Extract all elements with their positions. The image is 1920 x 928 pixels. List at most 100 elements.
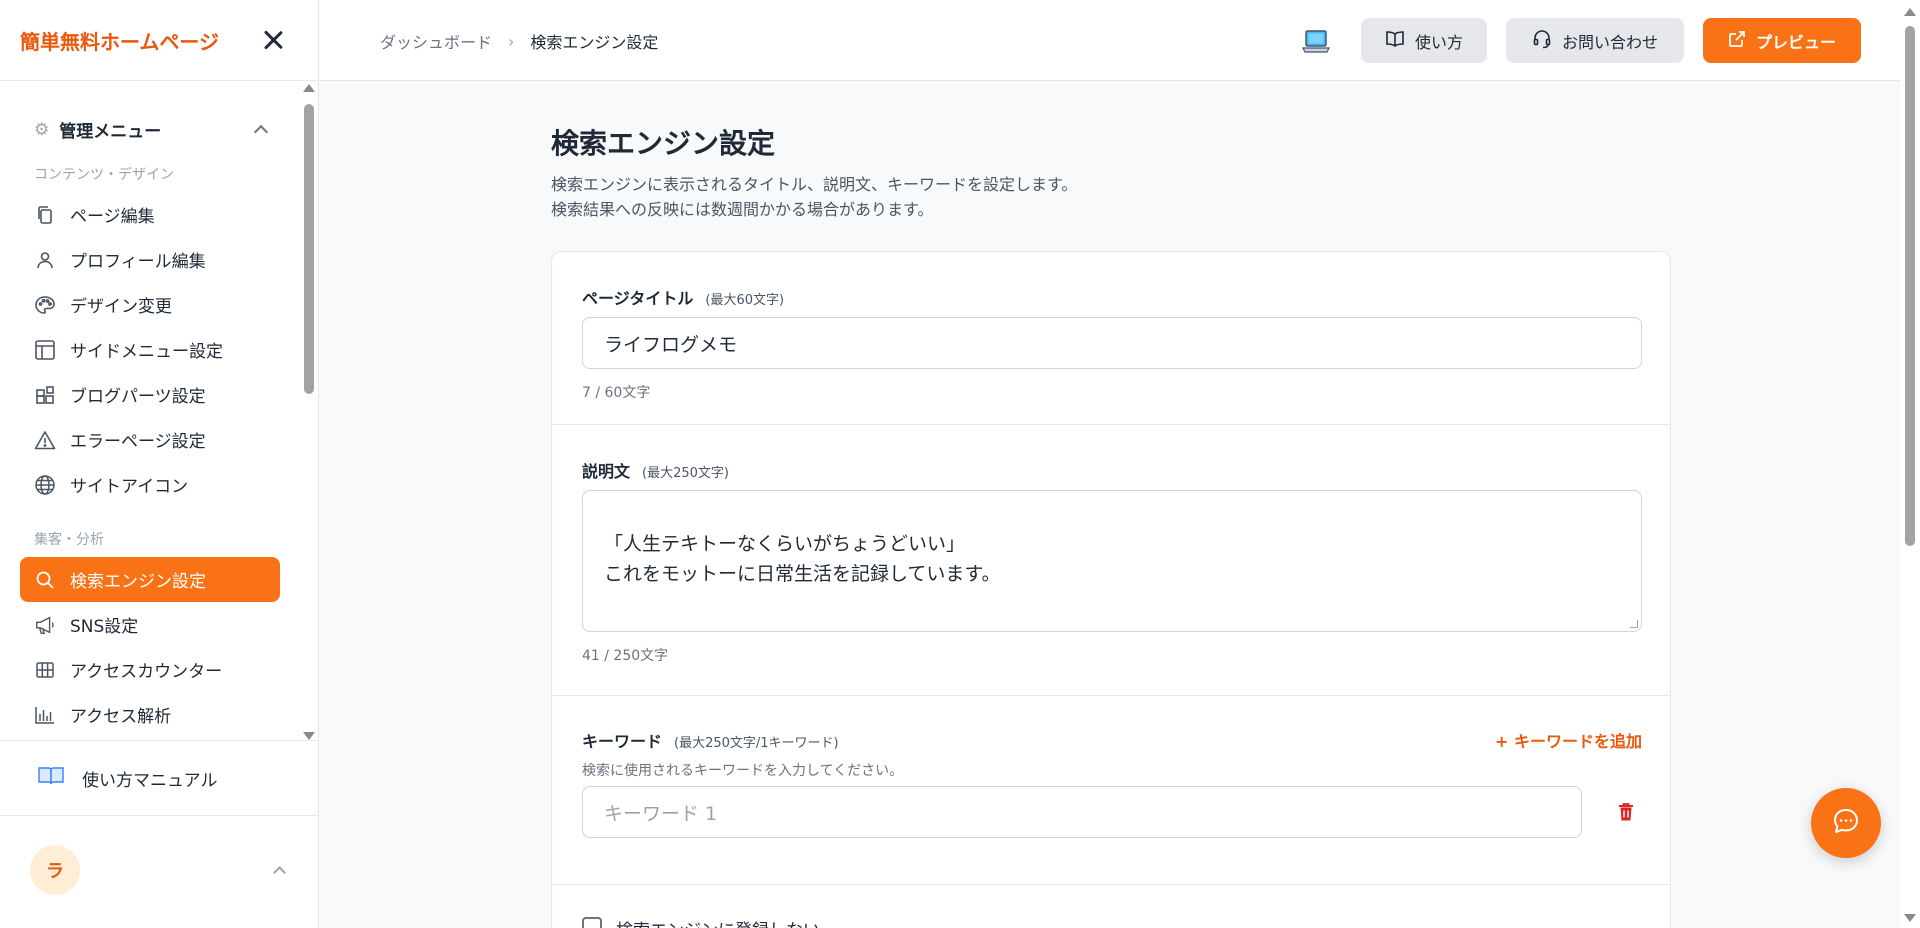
scroll-up-arrow-icon[interactable] [303, 84, 315, 92]
sidebar-item-design[interactable]: デザイン変更 [20, 282, 280, 327]
avatar[interactable]: ラ [30, 845, 80, 895]
sidebar-item-label: プロフィール編集 [70, 252, 206, 272]
description-counter: 41 / 250文字 [582, 648, 669, 664]
sidebar-item-side-menu[interactable]: サイドメニュー設定 [20, 327, 280, 372]
page-title-label-text: ページタイトル [582, 289, 694, 308]
warning-icon [34, 429, 56, 451]
keyword-label: キーワード (最大250文字/1キーワード) [582, 728, 1642, 752]
sidebar-item-page-edit[interactable]: ページ編集 [20, 192, 280, 237]
sidebar-item-label: アクセス解析 [70, 707, 172, 727]
user-menu[interactable]: ラ [30, 845, 290, 895]
sidebar-item-label: ページ編集 [70, 207, 155, 227]
sidebar-item-sns[interactable]: SNS設定 [20, 602, 280, 647]
resize-handle-icon[interactable] [1630, 620, 1638, 628]
manual-label: 使い方マニュアル [82, 770, 218, 791]
layout-icon [34, 339, 56, 361]
description-label-text: 説明文 [582, 462, 631, 481]
headset-icon [1532, 29, 1552, 53]
scroll-down-arrow-icon[interactable] [1904, 914, 1916, 922]
page-scrollbar[interactable] [1900, 0, 1920, 928]
chevron-up-icon[interactable] [273, 866, 286, 879]
description-line: 検索エンジンに表示されるタイトル、説明文、キーワードを設定します。 [551, 175, 1078, 194]
keyword-label-text: キーワード [582, 732, 663, 751]
megaphone-icon [34, 614, 56, 636]
sidebar-nav: ⚙ 管理メニュー コンテンツ・デザイン ページ編集 プロフィール編集 デザイン変… [0, 81, 300, 741]
palette-icon [34, 294, 56, 316]
preview-button-label: プレビュー [1755, 32, 1836, 52]
keyword-input[interactable]: キーワード 1 [582, 786, 1582, 838]
sidebar-item-label: ブログパーツ設定 [70, 387, 206, 407]
contact-button[interactable]: お問い合わせ [1506, 18, 1684, 63]
scroll-up-arrow-icon[interactable] [1904, 8, 1916, 16]
admin-menu-title: 管理メニュー [59, 122, 162, 142]
chevron-up-icon [253, 124, 269, 140]
page-title-limit: (最大60文字) [705, 293, 785, 308]
scrollbar-thumb[interactable] [304, 104, 314, 394]
book-icon [38, 765, 64, 791]
no-index-checkbox[interactable] [582, 917, 602, 928]
breadcrumb-current: 検索エンジン設定 [530, 33, 659, 52]
divider [552, 695, 1670, 696]
contact-button-label: お問い合わせ [1561, 32, 1658, 52]
section-label-content: コンテンツ・デザイン [34, 167, 174, 183]
sidebar-item-profile[interactable]: プロフィール編集 [20, 237, 280, 282]
sidebar-item-analytics[interactable]: アクセス解析 [20, 692, 280, 737]
brand-logo[interactable]: 簡単無料ホームページ [20, 26, 219, 55]
sidebar-item-label: 検索エンジン設定 [70, 572, 206, 592]
preview-button[interactable]: プレビュー [1703, 18, 1861, 63]
scroll-down-arrow-icon[interactable] [303, 732, 315, 740]
trash-icon[interactable] [1615, 801, 1637, 823]
description-line: 検索結果への反映には数週間かかる場合があります。 [551, 200, 934, 219]
main-content: 検索エンジン設定 検索エンジンに表示されるタイトル、説明文、キーワードを設定しま… [320, 82, 1900, 928]
keyword-limit: (最大250文字/1キーワード) [674, 736, 839, 751]
sidebar-item-search-engine[interactable]: 検索エンジン設定 [20, 557, 280, 602]
divider [552, 884, 1670, 885]
admin-menu-toggle[interactable]: ⚙ 管理メニュー [34, 117, 269, 142]
laptop-icon[interactable] [1302, 28, 1330, 54]
description-limit: (最大250文字) [642, 466, 729, 481]
description-label: 説明文 (最大250文字) [582, 458, 1642, 482]
sidebar-header: 簡単無料ホームページ [0, 0, 318, 81]
page-title-counter: 7 / 60文字 [582, 385, 651, 401]
sidebar-item-site-icon[interactable]: サイトアイコン [20, 462, 280, 507]
page-title-input[interactable]: ライフログメモ [582, 317, 1642, 369]
sidebar-item-label: アクセスカウンター [70, 662, 223, 682]
top-bar: ダッシュボード › 検索エンジン設定 使い方 お問い合わせ プレビュー [320, 0, 1900, 81]
sidebar-item-error-page[interactable]: エラーページ設定 [20, 417, 280, 462]
add-keyword-button[interactable]: + キーワードを追加 [1495, 728, 1642, 752]
close-icon[interactable] [260, 27, 286, 53]
description-textarea[interactable]: 「人生テキトーなくらいがちょうどいい」 これをモットーに日常生活を記録しています… [582, 490, 1642, 632]
sidebar-item-label: エラーページ設定 [70, 432, 206, 452]
keyword-field: キーワード (最大250文字/1キーワード) + キーワードを追加 検索に使用され… [582, 728, 1642, 838]
chevron-right-icon: › [508, 31, 515, 51]
no-index-label[interactable]: 検索エンジンに登録しない [616, 916, 820, 928]
sidebar-manual-link[interactable]: 使い方マニュアル [0, 740, 319, 816]
sidebar-item-label: デザイン変更 [70, 297, 172, 317]
divider [552, 424, 1670, 425]
copy-icon [34, 204, 56, 226]
globe-icon [34, 474, 56, 496]
seo-settings-card: ページタイトル (最大60文字) ライフログメモ 7 / 60文字 説明文 (最大2… [551, 251, 1671, 928]
sidebar-item-label: SNS設定 [70, 617, 139, 637]
sidebar-item-label: サイトアイコン [70, 477, 189, 497]
page-title-label: ページタイトル (最大60文字) [582, 285, 1642, 309]
keyword-help-text: 検索に使用されるキーワードを入力してください。 [582, 763, 904, 779]
grid-icon [34, 659, 56, 681]
guide-button-label: 使い方 [1414, 32, 1463, 52]
guide-button[interactable]: 使い方 [1361, 18, 1487, 63]
external-link-icon [1728, 30, 1746, 52]
sidebar-scrollbar[interactable] [300, 84, 318, 740]
page-title: 検索エンジン設定 [551, 127, 776, 160]
sidebar-item-blog-parts[interactable]: ブログパーツ設定 [20, 372, 280, 417]
chat-button[interactable] [1811, 788, 1881, 858]
description-field: 説明文 (最大250文字) 「人生テキトーなくらいがちょうどいい」 これをモットー… [582, 458, 1642, 664]
description-text: 「人生テキトーなくらいがちょうどいい」 これをモットーに日常生活を記録しています… [604, 533, 1001, 585]
page-description: 検索エンジンに表示されるタイトル、説明文、キーワードを設定します。 検索結果への… [551, 172, 1077, 222]
sidebar-item-access-counter[interactable]: アクセスカウンター [20, 647, 280, 692]
breadcrumb-dashboard[interactable]: ダッシュボード [380, 29, 492, 53]
breadcrumb: ダッシュボード › 検索エンジン設定 [380, 29, 658, 53]
section-label-analytics: 集客・分析 [34, 532, 104, 548]
scrollbar-thumb[interactable] [1905, 26, 1915, 546]
search-icon [34, 569, 56, 591]
book-open-icon [1385, 30, 1405, 52]
